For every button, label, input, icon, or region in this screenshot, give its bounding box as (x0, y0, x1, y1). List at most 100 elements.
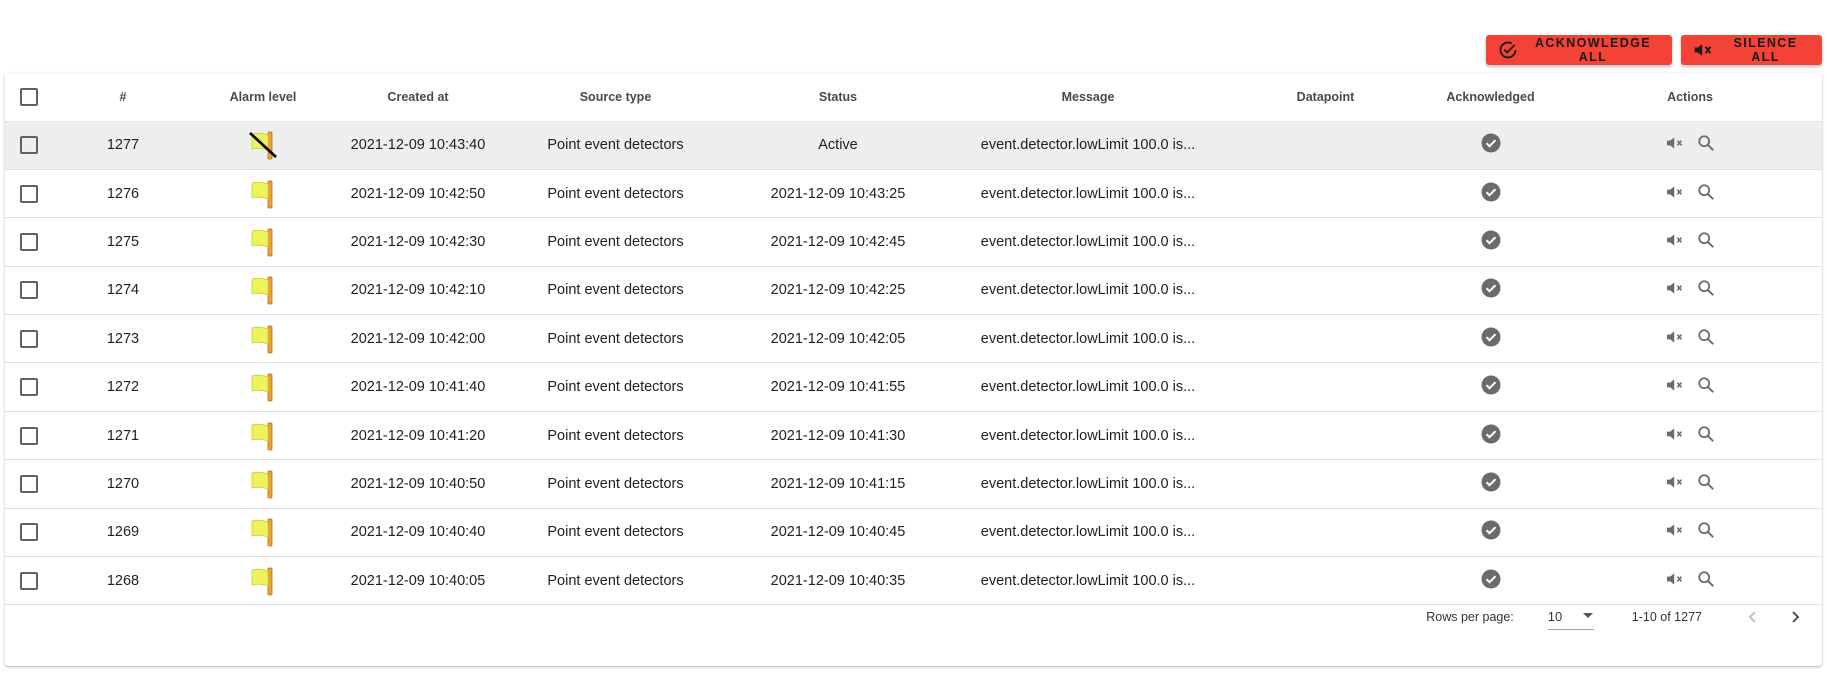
silence-button[interactable] (1665, 329, 1685, 349)
table-row[interactable]: 1273 2021-12-09 10:42:00 Point event detec… (5, 314, 1822, 364)
search-icon (1697, 231, 1715, 253)
created-at: 2021-12-09 10:42:50 (333, 169, 503, 219)
details-button[interactable] (1697, 521, 1715, 543)
check-circle-outline-icon (1498, 40, 1518, 60)
event-id: 1275 (53, 217, 193, 267)
event-id: 1270 (53, 459, 193, 509)
row-checkbox[interactable] (20, 232, 38, 251)
details-button[interactable] (1697, 425, 1715, 447)
previous-page-button[interactable] (1746, 610, 1760, 624)
volume-off-icon (1665, 426, 1685, 446)
next-page-button[interactable] (1788, 610, 1802, 624)
row-checkbox[interactable] (20, 474, 38, 493)
check-circle-icon (1481, 133, 1501, 157)
column-header[interactable]: Status (728, 73, 948, 122)
silence-all-button[interactable]: Silence all (1681, 35, 1822, 65)
column-header[interactable]: Datapoint (1228, 73, 1423, 122)
datapoint (1228, 362, 1423, 412)
table-row[interactable]: 1269 2021-12-09 10:40:40 Point event detec… (5, 508, 1822, 558)
column-header[interactable]: Acknowledged (1423, 73, 1558, 122)
row-checkbox[interactable] (20, 136, 38, 155)
rows-per-page-select[interactable]: 10 (1547, 604, 1594, 630)
created-at: 2021-12-09 10:40:40 (333, 508, 503, 558)
table-row[interactable]: 1272 2021-12-09 10:41:40 Point event detec… (5, 362, 1822, 412)
column-header[interactable]: Message (948, 73, 1228, 122)
datapoint (1228, 169, 1423, 219)
table-row[interactable]: 1275 2021-12-09 10:42:30 Point event detec… (5, 217, 1822, 267)
volume-off-icon (1665, 571, 1685, 591)
message: event.detector.lowLimit 100.0 is... (948, 362, 1228, 412)
details-button[interactable] (1697, 328, 1715, 350)
volume-off-icon (1665, 377, 1685, 397)
details-button[interactable] (1697, 183, 1715, 205)
row-checkbox[interactable] (20, 426, 38, 445)
status: 2021-12-09 10:43:25 (728, 169, 948, 219)
silence-button[interactable] (1665, 426, 1685, 446)
column-header[interactable]: Alarm level (193, 73, 333, 122)
event-id: 1274 (53, 266, 193, 316)
table-header-row: # Alarm level Created at Source type Sta… (5, 73, 1822, 122)
alarm-level-cell (193, 169, 333, 219)
silence-button[interactable] (1665, 522, 1685, 542)
details-button[interactable] (1697, 279, 1715, 301)
flag-icon (248, 372, 278, 402)
silence-button[interactable] (1665, 474, 1685, 494)
check-circle-icon (1481, 424, 1501, 448)
row-checkbox[interactable] (20, 523, 38, 542)
row-checkbox[interactable] (20, 329, 38, 348)
table-row[interactable]: 1276 2021-12-09 10:42:50 Point event detec… (5, 169, 1822, 219)
acknowledged-cell (1423, 121, 1558, 170)
silence-button[interactable] (1665, 280, 1685, 300)
column-header[interactable]: Source type (503, 73, 728, 122)
row-select-cell (5, 217, 53, 267)
actions-cell (1558, 121, 1822, 170)
acknowledge-all-button[interactable]: Acknowledge all (1486, 35, 1672, 65)
silence-button[interactable] (1665, 135, 1685, 155)
volume-off-icon (1665, 135, 1685, 155)
caret-down-icon (1582, 609, 1594, 624)
silence-button[interactable] (1665, 377, 1685, 397)
event-id: 1273 (53, 314, 193, 364)
row-checkbox[interactable] (20, 571, 38, 590)
column-header[interactable]: # (53, 73, 193, 122)
table-row[interactable]: 1274 2021-12-09 10:42:10 Point event detec… (5, 266, 1822, 316)
table-row[interactable]: 1270 2021-12-09 10:40:50 Point event detec… (5, 459, 1822, 509)
table-row[interactable]: 1271 2021-12-09 10:41:20 Point event detec… (5, 411, 1822, 461)
silence-button[interactable] (1665, 571, 1685, 591)
flag-muted-icon (248, 130, 278, 160)
search-icon (1697, 183, 1715, 205)
alarm-level-cell (193, 411, 333, 461)
event-id: 1271 (53, 411, 193, 461)
actions-cell (1558, 508, 1822, 558)
table-row[interactable]: 1277 2021-12-09 10:43:40 Point event detec… (5, 121, 1822, 170)
column-header[interactable]: Created at (333, 73, 503, 122)
datapoint (1228, 459, 1423, 509)
details-button[interactable] (1697, 134, 1715, 156)
details-button[interactable] (1697, 473, 1715, 495)
search-icon (1697, 425, 1715, 447)
volume-off-icon (1665, 232, 1685, 252)
details-button[interactable] (1697, 231, 1715, 253)
silence-button[interactable] (1665, 232, 1685, 252)
search-icon (1697, 473, 1715, 495)
row-checkbox[interactable] (20, 281, 38, 300)
row-select-cell (5, 314, 53, 364)
select-all-checkbox[interactable] (20, 87, 38, 106)
source-type: Point event detectors (503, 169, 728, 219)
actions-cell (1558, 169, 1822, 219)
silence-button[interactable] (1665, 184, 1685, 204)
details-button[interactable] (1697, 570, 1715, 592)
row-checkbox[interactable] (20, 378, 38, 397)
message: event.detector.lowLimit 100.0 is... (948, 411, 1228, 461)
event-id: 1272 (53, 362, 193, 412)
row-checkbox[interactable] (20, 184, 38, 203)
status: 2021-12-09 10:42:25 (728, 266, 948, 316)
message: event.detector.lowLimit 100.0 is... (948, 459, 1228, 509)
rows-per-page-label: Rows per page: (1426, 610, 1514, 624)
event-id: 1277 (53, 121, 193, 170)
datapoint (1228, 411, 1423, 461)
details-button[interactable] (1697, 376, 1715, 398)
column-header[interactable]: Actions (1558, 73, 1822, 122)
created-at: 2021-12-09 10:42:00 (333, 314, 503, 364)
check-circle-icon (1481, 278, 1501, 302)
